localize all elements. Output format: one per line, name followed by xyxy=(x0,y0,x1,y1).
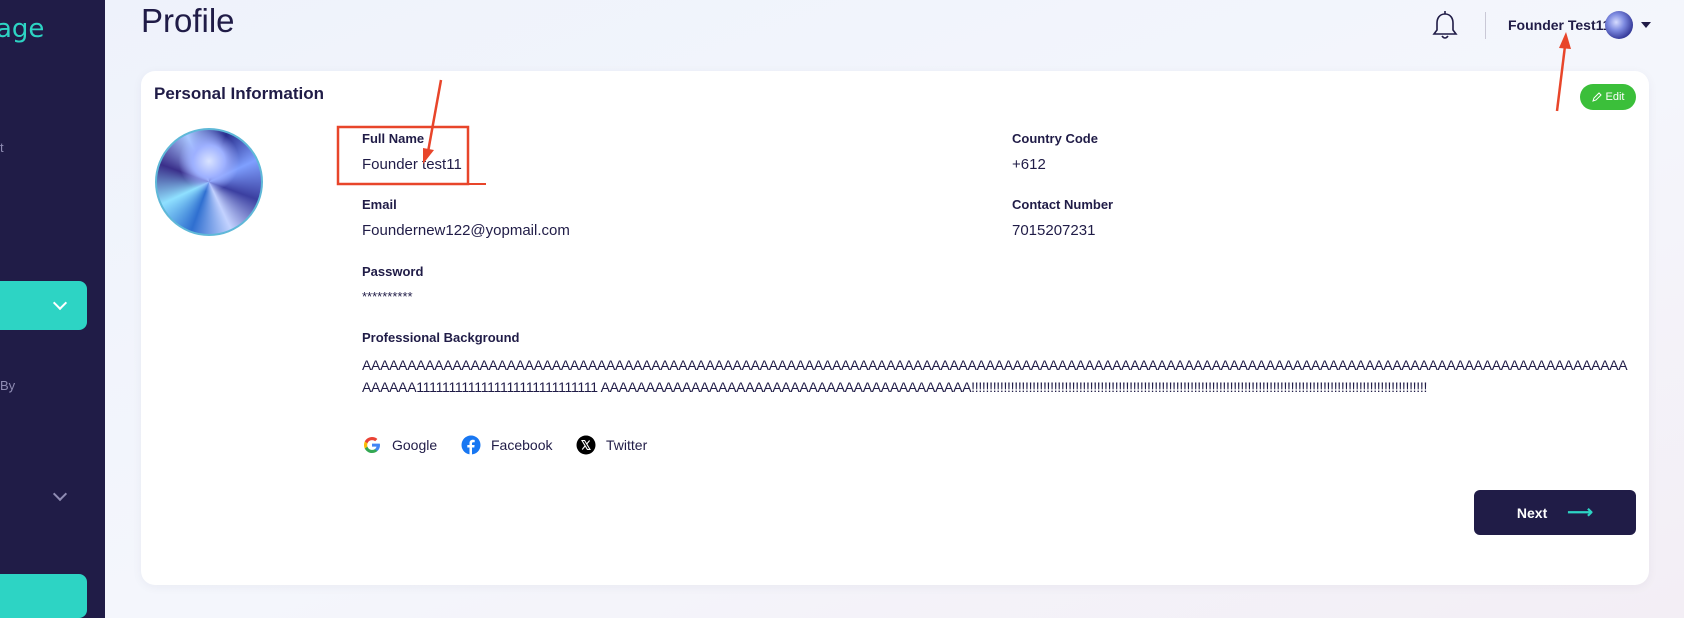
profile-photo xyxy=(155,128,263,236)
x-twitter-icon xyxy=(576,435,596,455)
email-label: Email xyxy=(362,197,397,212)
password-value: ********** xyxy=(362,289,413,304)
google-label: Google xyxy=(392,437,438,453)
sidebar-item-highlighted[interactable] xyxy=(0,574,87,618)
twitter-link[interactable]: Twitter xyxy=(576,435,647,455)
chevron-down-icon[interactable] xyxy=(52,486,68,502)
sidebar: age t By xyxy=(0,0,105,618)
professional-background-label: Professional Background xyxy=(362,330,520,345)
country-code-value: +612 xyxy=(1012,156,1046,173)
twitter-label: Twitter xyxy=(606,437,648,453)
country-code-label: Country Code xyxy=(1012,131,1098,146)
full-name-value: Founder test11 xyxy=(362,156,462,173)
page-title: Profile xyxy=(141,2,235,39)
password-label: Password xyxy=(362,264,424,279)
next-label: Next xyxy=(1516,504,1548,521)
caret-down-icon[interactable] xyxy=(1641,22,1651,28)
google-link[interactable]: Google xyxy=(362,435,437,455)
bell-icon[interactable] xyxy=(1430,10,1460,42)
card-title: Personal Information xyxy=(154,84,325,103)
user-name[interactable]: Founder Test11 xyxy=(1508,17,1610,33)
header-divider xyxy=(1485,12,1486,39)
pencil-icon xyxy=(1591,92,1602,102)
edit-label: Edit xyxy=(1605,91,1625,103)
next-button[interactable]: Next ⟶ xyxy=(1474,490,1636,535)
sidebar-item-active[interactable] xyxy=(0,281,87,330)
email-value: Foundernew122@yopmail.com xyxy=(362,222,570,239)
logo: age xyxy=(0,14,45,44)
facebook-label: Facebook xyxy=(491,437,553,453)
professional-background-value: AAAAAAAAAAAAAAAAAAAAAAAAAAAAAAAAAAAAAAAA… xyxy=(362,357,1628,395)
facebook-icon xyxy=(461,435,481,455)
annotation-arrowhead xyxy=(1559,32,1571,49)
edit-button[interactable]: Edit xyxy=(1580,84,1636,110)
contact-number-value: 7015207231 xyxy=(1012,222,1096,239)
avatar[interactable] xyxy=(1605,11,1633,39)
contact-number-label: Contact Number xyxy=(1012,197,1114,212)
facebook-link[interactable]: Facebook xyxy=(461,435,552,455)
personal-information-card xyxy=(141,71,1649,585)
sidebar-item-label[interactable]: t xyxy=(0,140,4,155)
chevron-down-icon xyxy=(52,295,68,311)
sidebar-item-label[interactable]: By xyxy=(0,378,15,393)
google-icon xyxy=(364,437,380,453)
arrow-right-icon: ⟶ xyxy=(1567,502,1594,522)
full-name-label: Full Name xyxy=(362,131,425,146)
